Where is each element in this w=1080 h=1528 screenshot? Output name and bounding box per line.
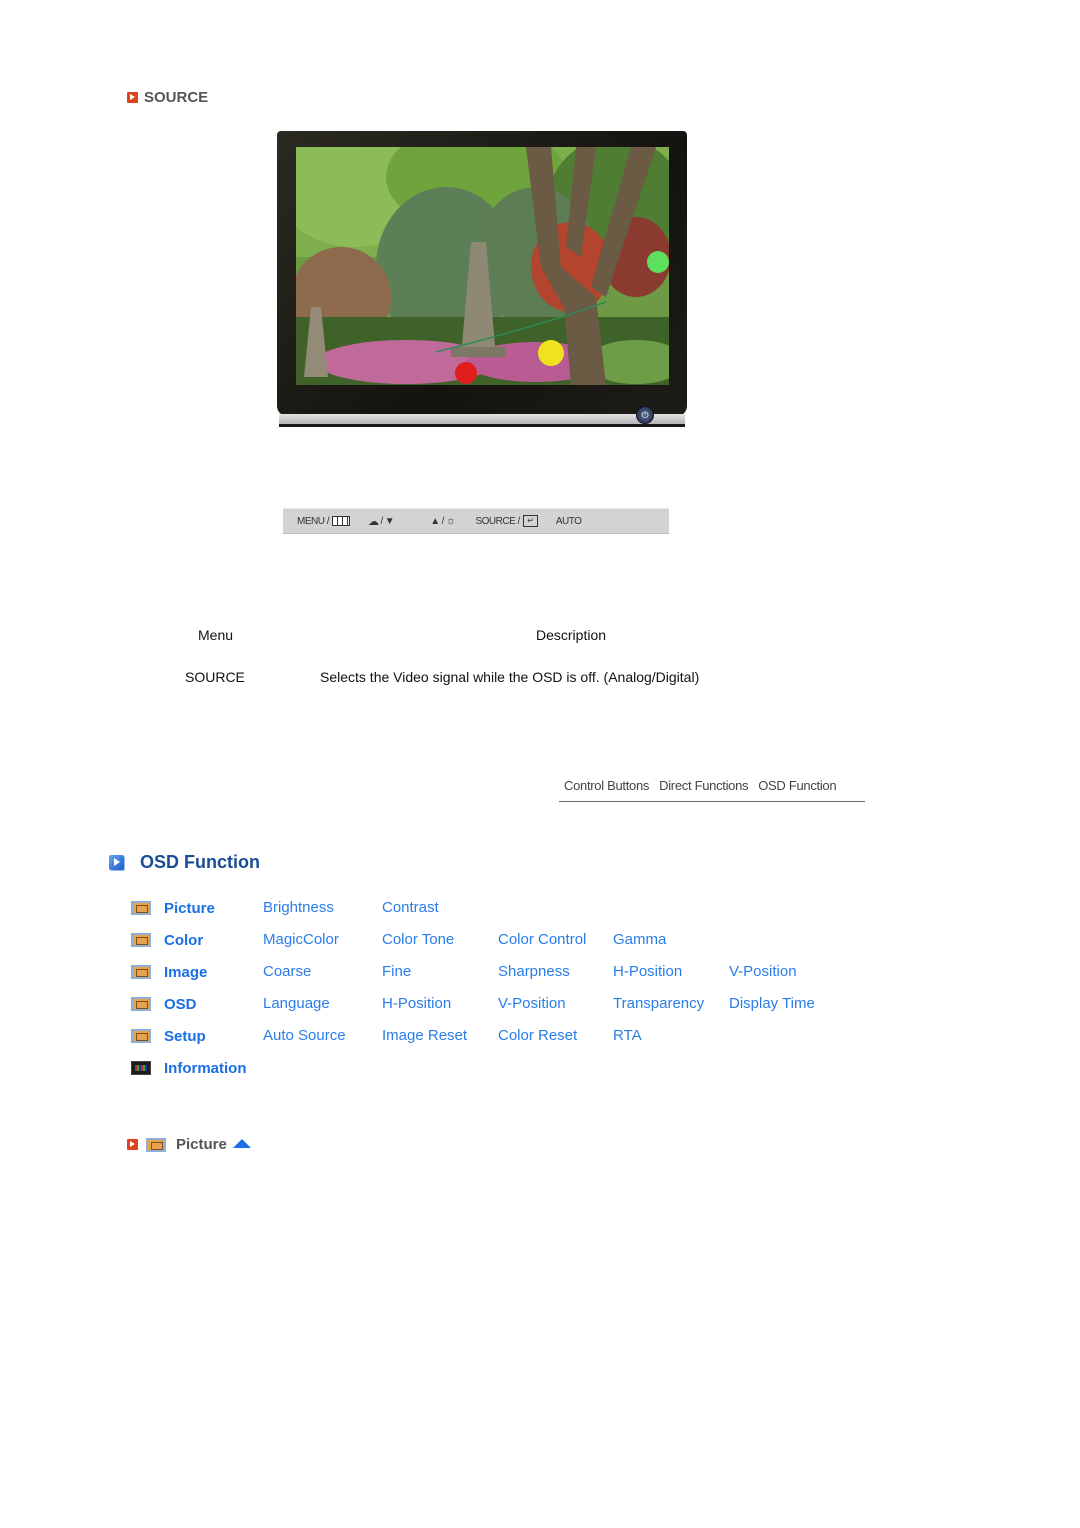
enter-icon: ↵: [522, 515, 538, 527]
osd-item-color-tone[interactable]: Color Tone: [382, 931, 454, 948]
table-cell-description: Selects the Video signal while the OSD i…: [320, 669, 700, 685]
picture-link-label[interactable]: Picture: [176, 1136, 227, 1153]
osd-row-color: Color: [131, 930, 263, 950]
up-arrow-icon[interactable]: [232, 1139, 251, 1148]
osd-row-information: Information: [131, 1058, 263, 1078]
monitor-base-strip: [279, 414, 685, 427]
orange-play-icon: [127, 1139, 138, 1150]
osd-item-color-control[interactable]: Color Control: [498, 931, 586, 948]
osd-row-setup: Setup: [131, 1026, 263, 1046]
category-picture[interactable]: Picture: [164, 900, 263, 917]
osd-item-color-reset[interactable]: Color Reset: [498, 1027, 577, 1044]
osd-item-magiccolor[interactable]: MagicColor: [263, 931, 339, 948]
osd-item-image-reset[interactable]: Image Reset: [382, 1027, 467, 1044]
osd-item-image-v-position[interactable]: V-Position: [729, 963, 797, 980]
color-icon: [131, 933, 151, 947]
osd-item-rta[interactable]: RTA: [613, 1027, 642, 1044]
picture-section-link[interactable]: Picture: [127, 1136, 251, 1153]
control-button-bar: MENU / ☁ / ▼ ▲ / ☼ SOURCE / ↵ AUTO: [283, 508, 669, 534]
osd-item-contrast[interactable]: Contrast: [382, 899, 439, 916]
information-icon: [131, 1061, 151, 1075]
image-icon: [131, 965, 151, 979]
picture-icon: [146, 1137, 166, 1152]
table-header-menu: Menu: [198, 627, 234, 643]
nav-link-osd-function[interactable]: OSD Function: [758, 778, 836, 793]
menu-button-label: MENU /: [297, 515, 330, 527]
section-heading: SOURCE: [127, 89, 208, 106]
setup-icon: [131, 1029, 151, 1043]
osd-item-brightness[interactable]: Brightness: [263, 899, 334, 916]
osd-item-osd-v-position[interactable]: V-Position: [498, 995, 566, 1012]
section-title: SOURCE: [144, 89, 209, 106]
up-arrow-icon: ▲: [430, 515, 440, 527]
table-header-description: Description: [536, 627, 607, 643]
osd-item-osd-h-position[interactable]: H-Position: [382, 995, 451, 1012]
magicbright-icon: ☁: [368, 515, 379, 528]
osd-row-osd: OSD: [131, 994, 263, 1014]
monitor-bezel: [277, 131, 687, 416]
brightness-separator: /: [441, 515, 445, 527]
category-setup[interactable]: Setup: [164, 1028, 263, 1045]
osd-item-image-h-position[interactable]: H-Position: [613, 963, 682, 980]
down-arrow-icon: ▼: [384, 515, 395, 527]
osd-item-gamma[interactable]: Gamma: [613, 931, 666, 948]
osd-item-sharpness[interactable]: Sharpness: [498, 963, 570, 980]
source-button-label: SOURCE /: [475, 515, 520, 527]
osd-item-auto-source[interactable]: Auto Source: [263, 1027, 346, 1044]
osd-item-display-time[interactable]: Display Time: [729, 995, 815, 1012]
osd-row-image: Image: [131, 962, 263, 982]
osd-item-coarse[interactable]: Coarse: [263, 963, 311, 980]
menu-grid-icon: [332, 516, 350, 526]
auto-button-label: AUTO: [555, 515, 582, 527]
category-image[interactable]: Image: [164, 964, 263, 981]
orange-play-icon: [127, 92, 138, 103]
nav-link-control-buttons[interactable]: Control Buttons: [564, 778, 649, 793]
category-information[interactable]: Information: [164, 1060, 263, 1077]
table-cell-menu: SOURCE: [185, 669, 245, 685]
nav-link-direct-functions[interactable]: Direct Functions: [659, 778, 748, 793]
osd-row-picture: Picture: [131, 898, 263, 918]
monitor-screen-image: [296, 147, 669, 385]
osd-item-fine[interactable]: Fine: [382, 963, 411, 980]
osd-item-transparency[interactable]: Transparency: [613, 995, 704, 1012]
magicbright-separator: /: [380, 515, 384, 527]
osd-heading: OSD Function: [109, 852, 260, 873]
category-osd[interactable]: OSD: [164, 996, 263, 1013]
osd-item-language[interactable]: Language: [263, 995, 330, 1012]
picture-icon: [131, 901, 151, 915]
osd-icon: [131, 997, 151, 1011]
section-nav: Control Buttons Direct Functions OSD Fun…: [559, 778, 865, 802]
power-icon: ⏻: [636, 406, 654, 424]
brightness-icon: ☼: [445, 515, 456, 527]
osd-title: OSD Function: [140, 852, 260, 872]
category-color[interactable]: Color: [164, 932, 263, 949]
monitor-illustration: ⏻: [277, 131, 687, 429]
garden-scene: [296, 147, 669, 385]
blue-play-icon: [109, 855, 124, 870]
